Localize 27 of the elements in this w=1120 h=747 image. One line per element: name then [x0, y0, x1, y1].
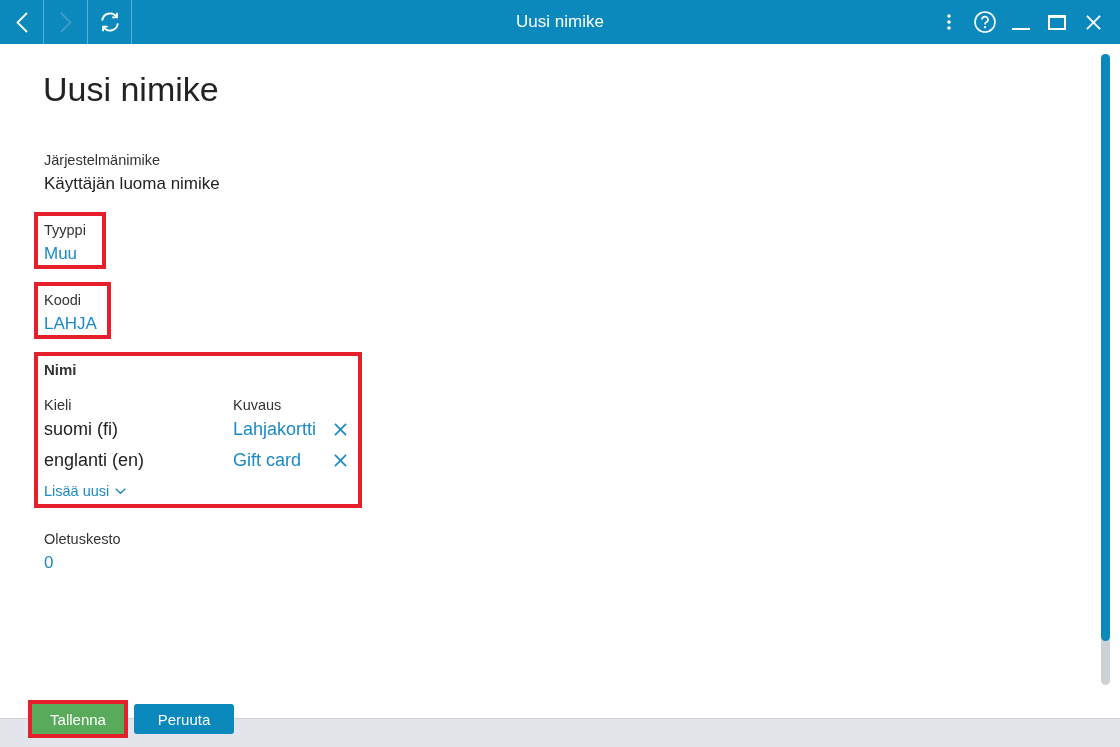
close-icon	[1085, 14, 1101, 30]
section-title: Nimi	[44, 361, 77, 379]
description-link[interactable]: Lahjakortti	[233, 414, 334, 445]
table-cell-text: suomi (fi)	[44, 418, 119, 441]
maximize-icon	[1048, 14, 1066, 30]
value-link[interactable]: LAHJA	[44, 313, 97, 335]
chevron-down-icon	[115, 488, 127, 494]
field-label: Oletuskesto	[44, 530, 121, 548]
field-label: Järjestelmänimike	[44, 151, 161, 169]
value-link[interactable]: Muu	[44, 243, 78, 265]
window-title: Uusi nimike	[516, 12, 604, 32]
column-header: Kuvaus	[233, 396, 283, 414]
add-new-link[interactable]: Lisää uusi	[44, 482, 127, 500]
value-link[interactable]: 0	[44, 552, 54, 574]
cross-icon[interactable]	[334, 454, 347, 467]
minimize-icon	[1012, 28, 1030, 30]
cross-icon[interactable]	[334, 423, 347, 436]
column-header: Kieli	[44, 396, 73, 414]
description-link[interactable]: Gift card	[233, 445, 334, 476]
field-label: Tyyppi	[44, 221, 86, 239]
page-heading: Uusi nimike	[43, 69, 219, 110]
cancel-button[interactable]: Peruuta	[134, 704, 234, 734]
field-value: Käyttäjän luoma nimike	[44, 173, 220, 195]
more-icon	[947, 14, 951, 30]
field-label: Koodi	[44, 291, 82, 309]
table-cell-text: englanti (en)	[44, 449, 146, 472]
help-icon	[974, 11, 996, 33]
